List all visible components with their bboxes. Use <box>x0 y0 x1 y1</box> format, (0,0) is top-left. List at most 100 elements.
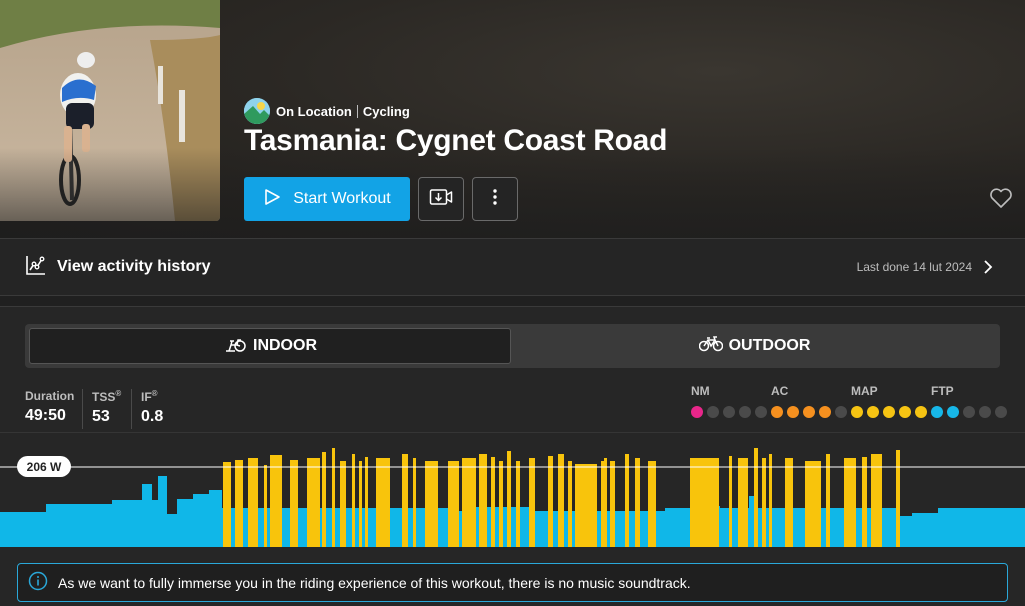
tab-indoor-label: INDOOR <box>253 337 317 354</box>
start-workout-button[interactable]: Start Workout <box>244 177 410 221</box>
rating-dot <box>995 406 1007 418</box>
interval-bar <box>425 461 438 547</box>
interval-bar <box>729 456 732 547</box>
interval-bar <box>871 454 882 547</box>
interval-bar <box>826 454 830 547</box>
interval-bar <box>376 458 390 547</box>
interval-bar <box>548 456 553 547</box>
interval-bar <box>479 454 487 547</box>
interval-bar <box>575 464 597 547</box>
rating-dot <box>819 406 831 418</box>
interval-bar <box>413 458 416 547</box>
if-label: IF® <box>141 389 158 404</box>
interval-bar <box>785 458 793 547</box>
profile-base-segment <box>912 513 938 547</box>
interval-bar <box>516 461 520 547</box>
interval-bar <box>340 461 346 547</box>
interval-bar <box>264 465 267 547</box>
workout-meta: On Location Cycling <box>244 98 410 124</box>
rating-dots <box>771 406 847 418</box>
rating-dots <box>931 406 1007 418</box>
interval-bar <box>499 461 503 547</box>
workout-title: Tasmania: Cygnet Coast Road <box>244 124 668 157</box>
rating-label: AC <box>771 384 789 398</box>
interval-bar <box>754 448 758 547</box>
activity-history-row[interactable]: View activity history Last done 14 lut 2… <box>0 238 1025 296</box>
start-workout-label: Start Workout <box>293 190 391 207</box>
interval-bar <box>558 454 564 547</box>
interval-bar <box>270 455 282 547</box>
chevron-right-icon <box>983 259 993 280</box>
category-label: Cycling <box>362 103 410 119</box>
interval-bar <box>365 457 368 547</box>
rating-dot <box>787 406 799 418</box>
rating-dot <box>899 406 911 418</box>
profile-base-segment <box>167 514 177 547</box>
more-options-button[interactable] <box>472 177 518 221</box>
if-value: 0.8 <box>141 408 164 425</box>
rating-dot <box>691 406 703 418</box>
interval-bar <box>844 458 856 547</box>
workout-profile-svg <box>0 448 1025 547</box>
interval-bar <box>402 454 408 547</box>
rating-dot <box>979 406 991 418</box>
rating-label: FTP <box>931 384 954 398</box>
interval-bar <box>223 462 231 547</box>
interval-bar <box>604 458 607 547</box>
stat-divider <box>82 389 83 429</box>
interval-bar <box>862 457 867 547</box>
rating-dot <box>963 406 975 418</box>
profile-base-segment <box>0 512 46 547</box>
rating-dots <box>851 406 927 418</box>
interval-bar <box>352 454 355 547</box>
rating-dot <box>707 406 719 418</box>
profile-base-segment <box>152 500 158 547</box>
profile-base-segment <box>665 508 690 547</box>
tab-outdoor[interactable]: OUTDOOR <box>513 328 996 364</box>
brand-label: On Location <box>276 103 352 119</box>
indoor-outdoor-toggle: INDOOR OUTDOOR <box>25 324 1000 368</box>
stat-duration: Duration 49:50 <box>25 389 74 425</box>
download-video-button[interactable] <box>418 177 464 221</box>
more-vertical-icon <box>492 188 498 211</box>
interval-bar <box>322 452 326 547</box>
profile-base-segment <box>749 496 754 547</box>
interval-bar <box>635 458 640 547</box>
rating-dot <box>803 406 815 418</box>
interval-bar <box>462 458 476 547</box>
interval-bar <box>896 450 900 547</box>
interval-bar <box>248 458 258 547</box>
indoor-bike-icon <box>223 336 247 357</box>
interval-bar <box>601 461 604 547</box>
duration-label: Duration <box>25 389 75 403</box>
activity-chart-icon <box>25 254 47 281</box>
interval-bar <box>738 458 748 547</box>
profile-base-segment <box>112 500 142 547</box>
ftp-badge: 206 W <box>17 456 71 477</box>
interval-bar <box>568 461 572 547</box>
interval-bar <box>235 460 243 547</box>
interval-bar <box>610 461 615 547</box>
rating-dot <box>723 406 735 418</box>
workout-details-panel: INDOOR OUTDOOR Duration 49:50 TSS® 53 IF… <box>0 306 1025 606</box>
rating-label: MAP <box>851 384 878 398</box>
download-video-icon <box>429 187 453 212</box>
heart-icon[interactable] <box>989 187 1013 214</box>
tss-value: 53 <box>92 408 110 425</box>
music-notice-text: As we want to fully immerse you in the r… <box>58 574 691 591</box>
rating-dots <box>691 406 767 418</box>
tab-outdoor-label: OUTDOOR <box>728 337 811 354</box>
play-icon <box>263 188 281 211</box>
workout-profile-chart <box>0 432 1025 547</box>
interval-bar <box>762 458 766 547</box>
tab-indoor[interactable]: INDOOR <box>29 328 511 364</box>
rating-dot <box>931 406 943 418</box>
profile-base-segment <box>46 504 112 547</box>
rating-dot <box>867 406 879 418</box>
activity-history-label: View activity history <box>57 258 211 275</box>
interval-bar <box>769 454 772 547</box>
interval-bar <box>332 448 335 547</box>
music-notice: As we want to fully immerse you in the r… <box>17 563 1008 602</box>
rating-dot <box>947 406 959 418</box>
rating-dot <box>755 406 767 418</box>
